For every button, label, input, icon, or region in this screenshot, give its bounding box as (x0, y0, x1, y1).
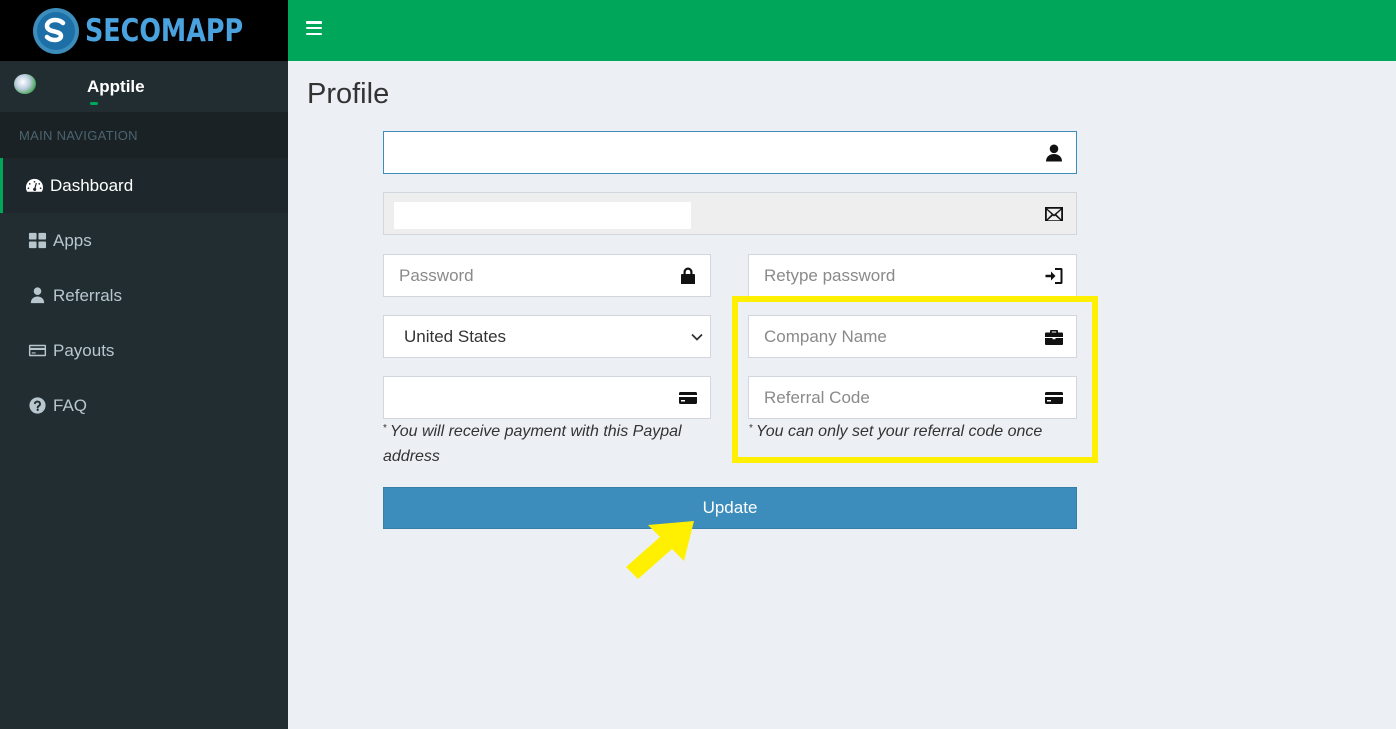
country-selected-value: United States (404, 326, 507, 346)
envelope-icon (1032, 204, 1076, 224)
grid-icon (27, 232, 47, 250)
online-status-icon (90, 101, 98, 105)
sidebar-item-label: Dashboard (50, 175, 134, 195)
highlight-box (732, 296, 1098, 463)
sidebar: SECOMAPP Apptile MAIN NAVIGATION Dashboa… (0, 0, 288, 729)
credit-card-icon (27, 342, 47, 360)
paypal-email-field (383, 376, 711, 419)
sidebar-item-referrals[interactable]: Referrals (0, 268, 288, 323)
logo-text: SECOMAPP (85, 12, 244, 49)
sidebar-item-label: FAQ (53, 395, 88, 415)
name-input[interactable] (384, 132, 1032, 173)
user-icon (27, 287, 47, 305)
page-title: Profile (307, 78, 390, 110)
sidebar-item-faq[interactable]: FAQ (0, 378, 288, 433)
sidebar-item-label: Referrals (53, 285, 122, 305)
country-select[interactable]: United States (383, 315, 711, 358)
user-icon (1032, 143, 1076, 163)
sign-in-icon (1032, 266, 1076, 286)
password-input[interactable] (384, 255, 666, 296)
retype-password-input[interactable] (749, 255, 1032, 296)
password-field (383, 254, 711, 297)
retype-password-field (748, 254, 1077, 297)
hint-asterisk: * (383, 423, 387, 434)
logo-mark-icon (33, 7, 79, 54)
sidebar-item-payouts[interactable]: Payouts (0, 323, 288, 378)
sidebar-item-label: Payouts (53, 340, 115, 360)
name-field (383, 131, 1077, 174)
sidebar-item-dashboard[interactable]: Dashboard (0, 158, 288, 213)
paypal-hint-text: You will receive payment with this Paypa… (383, 423, 682, 465)
nav-header: MAIN NAVIGATION (0, 112, 288, 158)
dashboard-icon (24, 177, 44, 195)
sidebar-item-label: Apps (53, 230, 92, 250)
logo[interactable]: SECOMAPP (0, 0, 288, 61)
sidebar-toggle-icon[interactable] (306, 21, 322, 36)
user-name: Apptile (87, 76, 145, 96)
redacted-email (394, 202, 691, 229)
lock-icon (666, 266, 710, 286)
credit-card-icon (666, 388, 710, 408)
user-panel: Apptile (0, 61, 288, 112)
top-navbar (288, 0, 1396, 61)
sidebar-item-apps[interactable]: Apps (0, 213, 288, 268)
avatar (12, 72, 98, 105)
paypal-email-input[interactable] (384, 377, 666, 418)
email-field (383, 192, 1077, 235)
chevron-down-icon (691, 333, 703, 341)
paypal-hint: * You will receive payment with this Payp… (383, 419, 703, 469)
arrow-annotation-icon (626, 521, 694, 579)
question-circle-icon (27, 397, 47, 415)
update-button[interactable]: Update (383, 487, 1077, 529)
